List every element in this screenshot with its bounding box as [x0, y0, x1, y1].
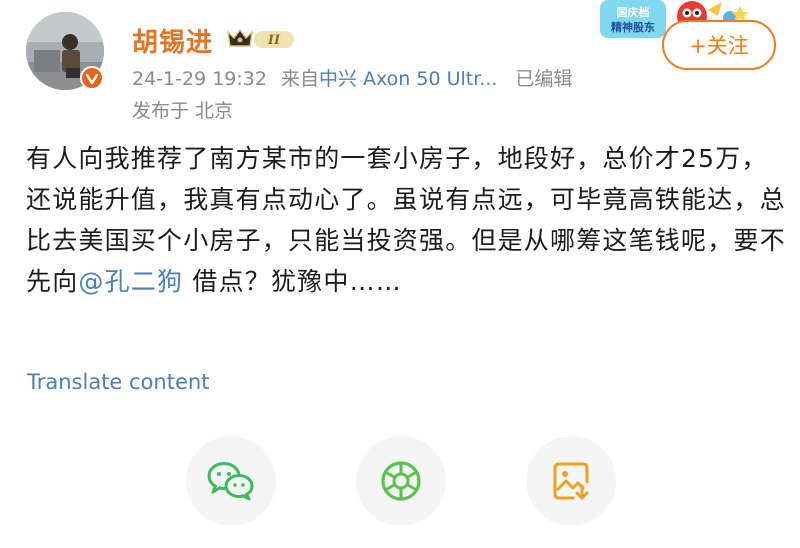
sticker-text-1: 国庆档	[617, 5, 650, 19]
follow-button[interactable]: +关注	[662, 20, 776, 70]
post-date: 24-1-29 19:32	[132, 68, 267, 90]
post-location: 发布于 北京	[132, 100, 234, 122]
save-image-button[interactable]	[526, 436, 616, 526]
share-moments-button[interactable]	[356, 436, 446, 526]
edited-label[interactable]: 已编辑	[515, 68, 572, 90]
username[interactable]: 胡锡进	[132, 22, 213, 59]
post-meta: 24-1-29 19:32 来自中兴 Axon 50 Ultr... 已编辑	[132, 64, 572, 91]
save-image-icon	[553, 462, 589, 500]
post-content: 有人向我推荐了南方某市的一套小房子，地段好，总价才25万，还说能升值，我真有点动…	[26, 138, 786, 302]
from-prefix: 来自	[280, 68, 319, 90]
wechat-icon	[207, 462, 254, 501]
mention-link[interactable]: @孔二狗	[78, 267, 183, 296]
post-text-after: 借点？犹豫中……	[183, 267, 402, 296]
verified-badge-icon	[80, 66, 104, 90]
translate-link[interactable]: Translate content	[27, 370, 209, 394]
moments-icon	[381, 461, 421, 501]
device-link[interactable]: 中兴 Axon 50 Ultr...	[319, 68, 497, 90]
sticker-text-2: 精神股东	[611, 20, 655, 34]
vip-level-badge: II	[226, 26, 296, 52]
share-wechat-button[interactable]	[186, 436, 276, 526]
vip-level-text: II	[267, 33, 281, 48]
